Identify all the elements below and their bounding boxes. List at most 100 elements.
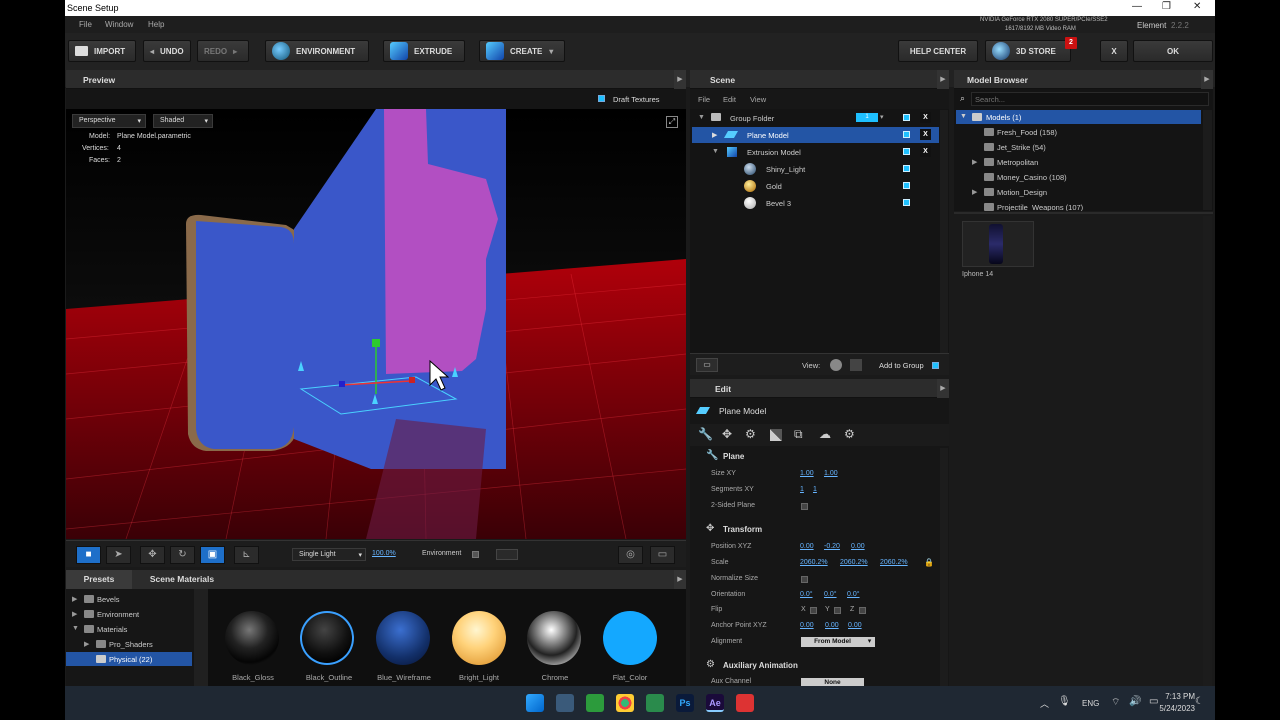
mb-item-projectile-weapons[interactable]: Projectile_Weapons (107): [956, 200, 1201, 211]
scene-menu-view[interactable]: View: [750, 95, 766, 104]
visibility-checkbox[interactable]: [903, 131, 910, 138]
photoshop-icon[interactable]: Ps: [676, 694, 694, 712]
material-flat-color[interactable]: [603, 611, 657, 665]
group-index[interactable]: 1: [856, 113, 878, 122]
flip-x-checkbox[interactable]: [810, 607, 817, 614]
position-z-value[interactable]: 0.00: [851, 543, 865, 550]
start-icon[interactable]: [526, 694, 544, 712]
maximize-viewport-icon[interactable]: ⤢: [666, 116, 678, 128]
rotate-tool-icon[interactable]: ↻: [170, 546, 195, 564]
tray-chevron-icon[interactable]: ︿: [1040, 697, 1049, 710]
edge-icon[interactable]: [646, 694, 664, 712]
visibility-checkbox[interactable]: [903, 148, 910, 155]
import-button[interactable]: IMPORT: [68, 40, 136, 62]
checker-icon[interactable]: [770, 429, 782, 441]
mb-item-models[interactable]: ▼ Models (1): [956, 110, 1201, 124]
aux-channel-dropdown[interactable]: None: [801, 678, 864, 686]
material-blue-wireframe[interactable]: [376, 611, 430, 665]
add-to-group-checkbox[interactable]: [932, 362, 939, 369]
size-y-value[interactable]: 1.00: [824, 470, 838, 477]
alignment-dropdown[interactable]: From Model: [801, 637, 864, 647]
model-thumbnail[interactable]: [962, 221, 1034, 267]
size-x-value[interactable]: 1.00: [800, 470, 814, 477]
panel-arrow-icon[interactable]: ▶: [937, 379, 949, 398]
normalize-checkbox[interactable]: [801, 576, 808, 583]
scene-item-extrusion-model[interactable]: ▼ Extrusion Model X: [692, 144, 939, 160]
add-to-group-button[interactable]: Add to Group: [879, 361, 924, 370]
frame-tool-icon[interactable]: ▣: [200, 546, 225, 564]
gallery-icon[interactable]: [556, 694, 574, 712]
help-center-button[interactable]: HELP CENTER: [898, 40, 978, 62]
wifi-icon[interactable]: ⌔: [1111, 696, 1120, 709]
tab-scene-materials[interactable]: Scene Materials: [134, 570, 230, 589]
anchor-z-value[interactable]: 0.00: [848, 622, 862, 629]
position-y-value[interactable]: -0.20: [824, 543, 840, 550]
shading-dropdown[interactable]: Shaded ▾: [153, 114, 213, 128]
render-icon[interactable]: ▭: [650, 546, 675, 564]
speaker-icon[interactable]: 🔊: [1129, 696, 1141, 707]
visibility-checkbox[interactable]: [903, 199, 910, 206]
view-grid-icon[interactable]: [850, 359, 862, 371]
camtasia-icon[interactable]: [586, 694, 604, 712]
tab-presets[interactable]: Presets: [66, 570, 132, 589]
visibility-checkbox[interactable]: [903, 114, 910, 121]
anchor-tool-icon[interactable]: ⊾: [234, 546, 259, 564]
material-black-outline[interactable]: [300, 611, 354, 665]
menu-help[interactable]: Help: [148, 20, 164, 29]
anchor-y-value[interactable]: 0.00: [825, 622, 839, 629]
orientation-z-value[interactable]: 0.0°: [847, 591, 860, 598]
cancel-button[interactable]: X: [1100, 40, 1128, 62]
edit-scrollbar[interactable]: [940, 448, 948, 686]
orientation-x-value[interactable]: 0.0°: [800, 591, 813, 598]
preset-materials[interactable]: ▼ Materials: [66, 622, 194, 637]
preset-physical[interactable]: Physical (22): [66, 652, 192, 666]
two-sided-checkbox[interactable]: [801, 503, 808, 510]
chevron-down-icon[interactable]: ▾: [880, 113, 884, 121]
scene-item-plane-model[interactable]: ▶ Plane Model X: [692, 127, 939, 143]
extrude-button[interactable]: EXTRUDE: [383, 40, 465, 62]
material-bright-light[interactable]: [452, 611, 506, 665]
lock-icon[interactable]: 🔒: [924, 558, 934, 567]
scale-x-value[interactable]: 2060.2%: [800, 559, 828, 566]
scene-item-group-folder[interactable]: ▼ Group Folder 1 ▾ X: [692, 110, 939, 126]
after-effects-icon[interactable]: Ae: [706, 694, 724, 712]
panel-arrow-icon[interactable]: ▶: [1201, 70, 1213, 89]
anchor-x-value[interactable]: 0.00: [800, 622, 814, 629]
scale-y-value[interactable]: 2060.2%: [840, 559, 868, 566]
model-search-input[interactable]: [971, 92, 1209, 106]
target-icon[interactable]: ◎: [618, 546, 643, 564]
visibility-checkbox[interactable]: [903, 182, 910, 189]
scene-menu-file[interactable]: File: [698, 95, 710, 104]
mb-item-money-casino[interactable]: Money_Casino (108): [956, 170, 1201, 185]
chrome-icon[interactable]: [616, 694, 634, 712]
camera-tool-icon[interactable]: ■: [76, 546, 101, 564]
segments-y-value[interactable]: 1: [813, 486, 817, 493]
notification-icon[interactable]: ☾: [1195, 696, 1204, 707]
remove-icon[interactable]: X: [920, 129, 931, 140]
language-indicator[interactable]: ENG: [1082, 699, 1099, 708]
mb-item-motion-design[interactable]: ▶ Motion_Design: [956, 185, 1201, 200]
flip-z-checkbox[interactable]: [859, 607, 866, 614]
copy-icon[interactable]: ⧉: [794, 427, 803, 442]
material-chrome[interactable]: [527, 611, 581, 665]
minimize-button[interactable]: —: [1132, 1, 1142, 12]
mic-icon[interactable]: 🎙: [1058, 696, 1071, 707]
visibility-checkbox[interactable]: [903, 165, 910, 172]
3d-viewport[interactable]: [66, 109, 686, 539]
preset-pro-shaders[interactable]: ▶ Pro_Shaders: [66, 637, 194, 652]
scale-z-value[interactable]: 2060.2%: [880, 559, 908, 566]
segments-x-value[interactable]: 1: [800, 486, 804, 493]
environment-button[interactable]: ENVIRONMENT: [265, 40, 369, 62]
panel-arrow-icon[interactable]: ▶: [674, 70, 686, 89]
material-black-gloss[interactable]: [225, 611, 279, 665]
deform-icon[interactable]: ☁: [819, 427, 831, 441]
light-mode-dropdown[interactable]: Single Light ▾: [292, 548, 366, 561]
menu-window[interactable]: Window: [105, 20, 133, 29]
remove-icon[interactable]: X: [920, 112, 931, 123]
chevron-down-icon[interactable]: ▾: [864, 637, 875, 647]
scene-menu-edit[interactable]: Edit: [723, 95, 736, 104]
select-tool-icon[interactable]: ➤: [106, 546, 131, 564]
panel-arrow-icon[interactable]: ▶: [937, 70, 949, 89]
undo-button[interactable]: ◂ UNDO: [143, 40, 191, 62]
orientation-y-value[interactable]: 0.0°: [824, 591, 837, 598]
